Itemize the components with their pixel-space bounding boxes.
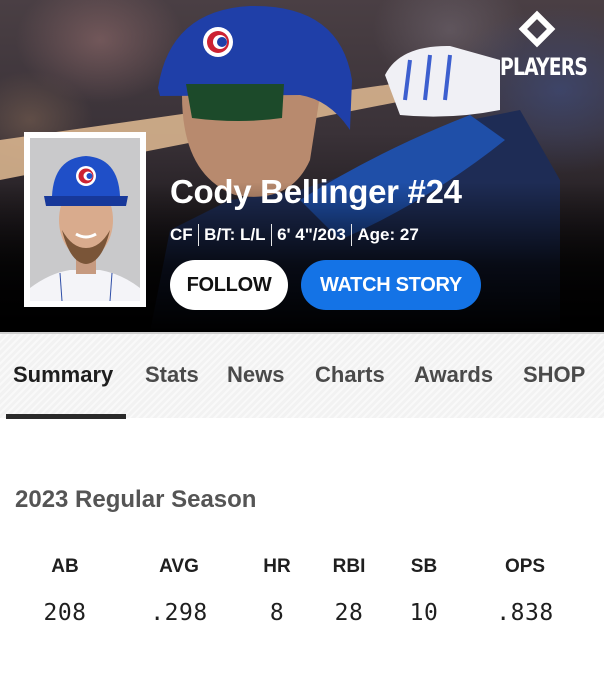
season-title: 2023 Regular Season bbox=[15, 486, 257, 513]
sunglasses bbox=[186, 84, 284, 121]
profile-tabs: Summary Stats News Charts Awards SHOP bbox=[0, 332, 604, 419]
player-position: CF bbox=[170, 225, 193, 244]
player-hero: PLAYERS Cody Bellinger #24 CF B/T: L/L 6… bbox=[0, 0, 604, 332]
stat-label-ab: AB bbox=[51, 556, 79, 577]
separator bbox=[350, 224, 353, 246]
headshot-image bbox=[30, 138, 140, 302]
player-bio-line: CF B/T: L/L 6' 4"/203 Age: 27 bbox=[170, 224, 419, 246]
player-headshot bbox=[24, 132, 146, 307]
stat-label-avg: AVG bbox=[159, 556, 199, 577]
batting-gloves bbox=[385, 45, 500, 117]
tab-news[interactable]: News bbox=[227, 362, 284, 388]
players-logo[interactable]: PLAYERS bbox=[488, 10, 598, 81]
player-height-weight: 6' 4"/203 bbox=[277, 225, 346, 244]
players-logo-text: PLAYERS bbox=[500, 53, 588, 81]
watch-story-button[interactable]: WATCH STORY bbox=[301, 260, 481, 310]
player-name: Cody Bellinger #24 bbox=[170, 173, 462, 210]
stat-value-ops: .838 bbox=[496, 600, 554, 626]
tab-stats[interactable]: Stats bbox=[145, 362, 199, 388]
separator bbox=[197, 224, 200, 246]
tab-summary[interactable]: Summary bbox=[13, 362, 113, 388]
stat-value-sb: 10 bbox=[409, 600, 439, 626]
tab-awards[interactable]: Awards bbox=[414, 362, 493, 388]
separator bbox=[270, 224, 273, 246]
player-age: Age: 27 bbox=[357, 225, 419, 244]
tab-shop[interactable]: SHOP bbox=[523, 362, 585, 388]
tab-charts[interactable]: Charts bbox=[315, 362, 385, 388]
follow-button[interactable]: FOLLOW bbox=[170, 260, 288, 310]
stat-value-ab: 208 bbox=[43, 600, 87, 626]
stat-label-sb: SB bbox=[410, 556, 438, 577]
active-tab-indicator bbox=[6, 414, 126, 419]
stat-value-avg: .298 bbox=[150, 600, 208, 626]
player-bats-throws: B/T: L/L bbox=[204, 225, 266, 244]
stat-label-ops: OPS bbox=[504, 556, 546, 577]
diamond-icon bbox=[518, 10, 556, 48]
